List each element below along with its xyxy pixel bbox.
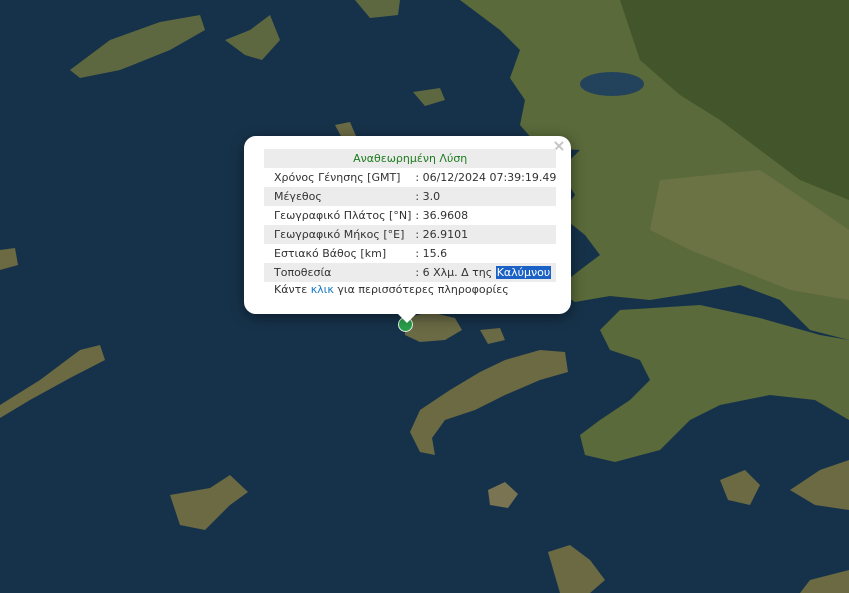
info-value: : 15.6 xyxy=(415,247,448,260)
earthquake-popup: × Αναθεωρημένη Λύση Χρόνος Γένησης [GMT]… xyxy=(244,136,571,323)
more-info-text: Κάντε κλικ για περισσότερες πληροφορίες xyxy=(274,283,509,296)
info-row-origin-time: Χρόνος Γένησης [GMT] : 06/12/2024 07:39:… xyxy=(264,168,556,187)
popup-title: Αναθεωρημένη Λύση xyxy=(264,149,557,168)
more-info-before: Κάντε xyxy=(274,283,308,296)
info-row-longitude: Γεωγραφικό Μήκος [°E] : 26.9101 xyxy=(264,225,557,244)
info-row-magnitude: Μέγεθος : 3.0 xyxy=(264,187,557,206)
info-row-depth: Εστιακό Βάθος [km] : 15.6 xyxy=(264,244,556,263)
satellite-map[interactable]: × Αναθεωρημένη Λύση Χρόνος Γένησης [GMT]… xyxy=(0,0,849,593)
info-label: Εστιακό Βάθος [km] xyxy=(274,247,387,260)
info-row-latitude: Γεωγραφικό Πλάτος [°N] : 36.9608 xyxy=(264,206,556,225)
info-label: Μέγεθος xyxy=(264,187,412,206)
more-info-after: για περισσότερες πληροφορίες xyxy=(337,283,509,296)
info-value: : 3.0 xyxy=(411,187,557,206)
info-label: Χρόνος Γένησης [GMT] xyxy=(274,171,401,184)
info-value: : 06/12/2024 07:39:19.49 xyxy=(415,171,557,184)
info-label: Τοποθεσία xyxy=(264,263,412,282)
location-highlight: Καλύμνου xyxy=(495,266,552,279)
info-value: : 26.9101 xyxy=(411,225,557,244)
info-label: Γεωγραφικό Μήκος [°E] xyxy=(264,225,412,244)
info-value: : 36.9608 xyxy=(415,209,469,222)
info-value: : 6 Χλμ. Δ της Καλύμνου xyxy=(411,263,557,282)
location-prefix: : 6 Χλμ. Δ της xyxy=(415,266,493,279)
popup-title-row: Αναθεωρημένη Λύση xyxy=(264,149,557,168)
info-row-location: Τοποθεσία : 6 Χλμ. Δ της Καλύμνου xyxy=(264,263,557,282)
earthquake-info-table: Αναθεωρημένη Λύση Χρόνος Γένησης [GMT] :… xyxy=(264,149,557,282)
popup-tip xyxy=(397,313,417,323)
more-info-link[interactable]: κλικ xyxy=(311,283,334,296)
info-label: Γεωγραφικό Πλάτος [°N] xyxy=(274,209,412,222)
lake xyxy=(580,72,644,96)
